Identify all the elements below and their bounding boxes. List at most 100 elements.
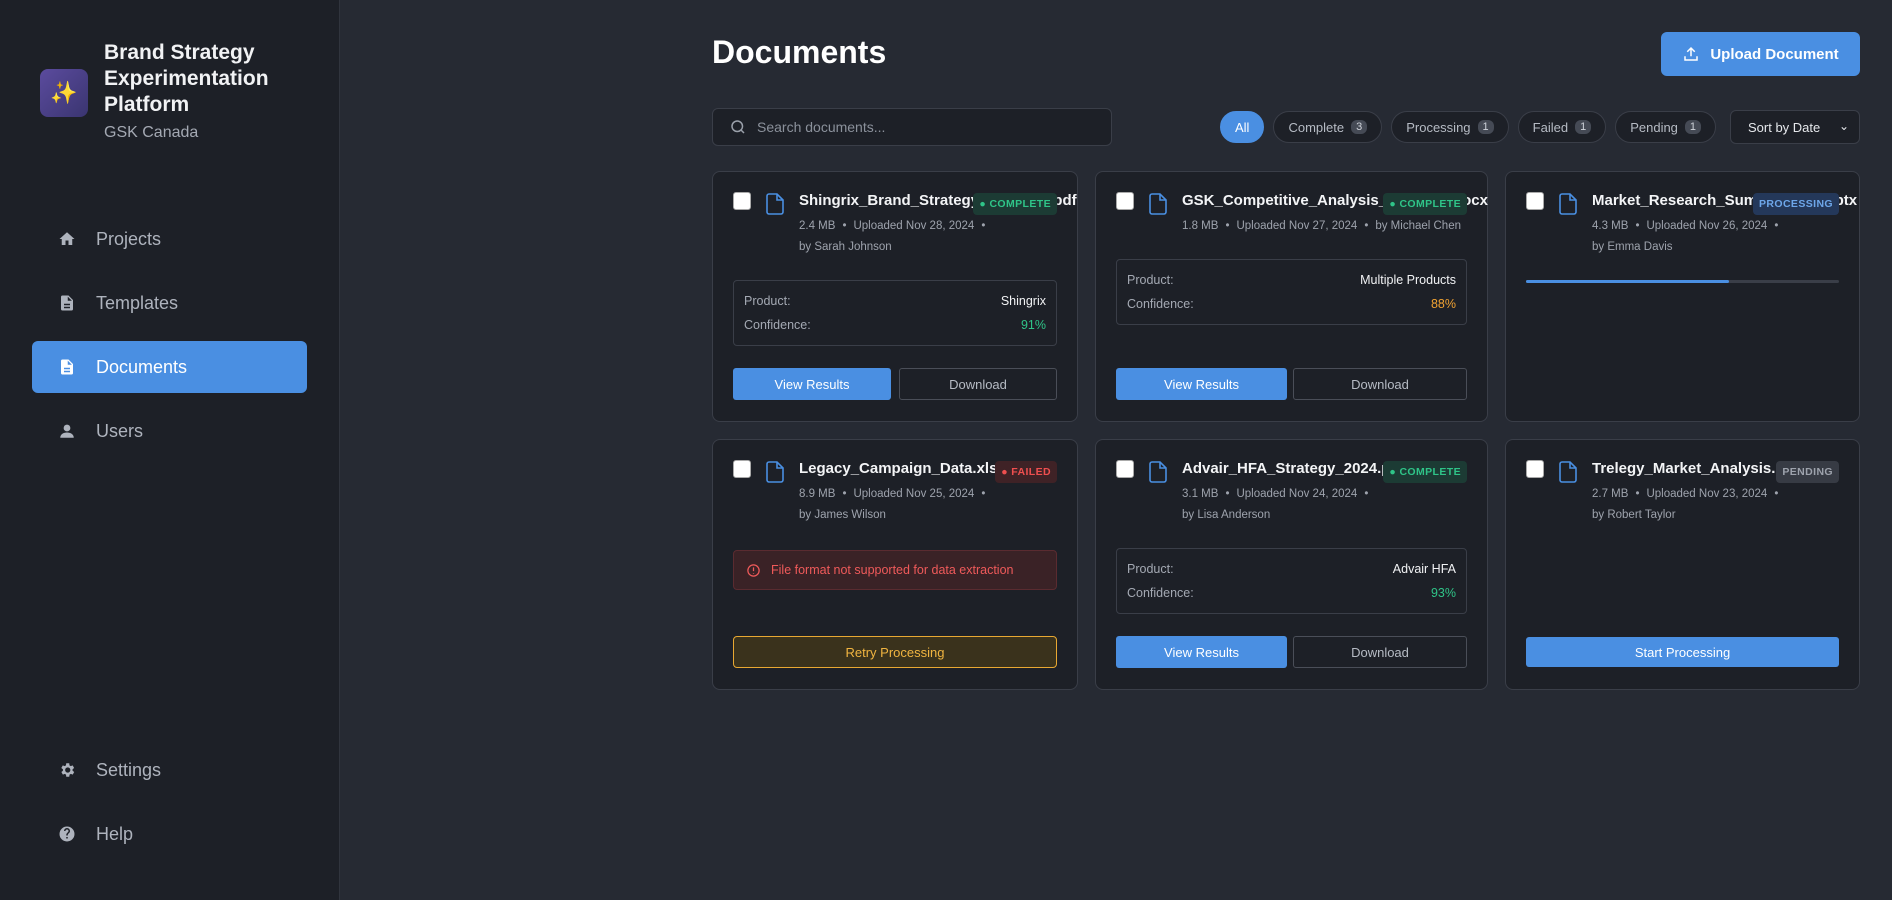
upload-date: Uploaded Nov 25, 2024 — [853, 488, 975, 500]
download-button[interactable]: Download — [899, 368, 1057, 400]
upload-document-button[interactable]: Upload Document — [1661, 32, 1860, 76]
upload-date: Uploaded Nov 26, 2024 — [1646, 220, 1768, 232]
filter-label: Pending — [1630, 119, 1678, 135]
file-size: 2.7 MB — [1592, 488, 1629, 500]
select-checkbox[interactable] — [1526, 192, 1544, 210]
download-button[interactable]: Download — [1293, 636, 1467, 668]
extraction-info: Product: Shingrix Confidence: 91% — [733, 280, 1057, 346]
filter-count: 1 — [1575, 120, 1592, 134]
document-card: GSK_Competitive_Analysis_Nov2024.docx ● … — [1095, 171, 1488, 422]
filter-all[interactable]: All — [1220, 111, 1265, 143]
sidebar-item-documents[interactable]: Documents — [32, 341, 307, 393]
filter-pending[interactable]: Pending 1 — [1615, 111, 1717, 143]
file-size: 2.4 MB — [799, 220, 836, 232]
sidebar-item-label: Settings — [96, 759, 162, 780]
filter-failed[interactable]: Failed 1 — [1517, 111, 1607, 143]
sort-label: Sort by Date — [1748, 119, 1821, 135]
search-box — [712, 108, 1112, 146]
confidence-label: Confidence: — [744, 318, 811, 332]
uploader: by Michael Chen — [1375, 220, 1461, 232]
upload-date: Uploaded Nov 27, 2024 — [1236, 220, 1358, 232]
alert-circle-icon — [747, 563, 760, 577]
sidebar-item-help[interactable]: Help — [32, 808, 307, 860]
main-nav: Projects Templates Documents Users — [32, 213, 307, 469]
file-size: 3.1 MB — [1182, 488, 1219, 500]
extraction-info: Product: Multiple Products Confidence: 88% — [1116, 259, 1467, 325]
select-checkbox[interactable] — [1116, 460, 1134, 478]
search-icon — [731, 120, 745, 134]
file-meta: 4.3 MB • Uploaded Nov 26, 2024 • by Emma Da… — [1592, 220, 1779, 253]
bottom-nav: Settings Help — [32, 744, 307, 872]
error-message: File format not supported for data extra… — [733, 550, 1057, 590]
status-badge-text: COMPLETE — [1399, 466, 1461, 478]
sidebar-item-templates[interactable]: Templates — [32, 277, 307, 329]
sidebar-item-label: Templates — [96, 292, 179, 313]
uploader: by Robert Taylor — [1592, 509, 1676, 521]
chevron-down-icon: ⌄ — [1838, 119, 1849, 133]
help-circle-icon — [58, 825, 76, 843]
status-badge-text: PENDING — [1782, 466, 1833, 478]
filter-processing[interactable]: Processing 1 — [1391, 111, 1509, 143]
confidence-value: 91% — [1020, 318, 1046, 332]
progress-fill — [1526, 280, 1730, 283]
file-icon — [1148, 461, 1168, 483]
download-button[interactable]: Download — [1293, 368, 1467, 400]
document-card: Trelegy_Market_Analysis.pdf PENDING 2.7 … — [1505, 439, 1860, 690]
status-badge-text: FAILED — [1011, 466, 1051, 478]
file-size: 1.8 MB — [1182, 220, 1219, 232]
sidebar-item-label: Help — [96, 823, 134, 844]
upload-date: Uploaded Nov 28, 2024 — [853, 220, 975, 232]
start-processing-button[interactable]: Start Processing — [1526, 637, 1839, 667]
uploader: by James Wilson — [799, 509, 886, 521]
file-name[interactable]: Trelegy_Market_Analysis.pdf — [1592, 460, 1799, 477]
file-name[interactable]: Advair_HFA_Strategy_2024.pdf — [1182, 460, 1405, 477]
error-text: File format not supported for data extra… — [771, 563, 1014, 577]
extraction-info: Product: Advair HFA Confidence: 93% — [1116, 548, 1467, 614]
document-card: Shingrix_Brand_Strategy_Q4_2024.pdf ● CO… — [712, 171, 1078, 422]
confidence-value: 93% — [1430, 586, 1456, 600]
file-icon — [765, 461, 785, 483]
product-label: Product: — [1127, 562, 1174, 576]
filter-count: 3 — [1351, 120, 1368, 134]
sidebar-item-settings[interactable]: Settings — [32, 744, 307, 796]
retry-processing-button[interactable]: Retry Processing — [733, 636, 1057, 668]
status-badge: ● COMPLETE — [973, 193, 1057, 215]
document-card: Legacy_Campaign_Data.xlsx ● FAILED 8.9 M… — [712, 439, 1078, 690]
status-badge: ● FAILED — [995, 461, 1057, 483]
product-label: Product: — [744, 294, 791, 308]
filter-label: Failed — [1532, 119, 1569, 135]
uploader: by Emma Davis — [1592, 241, 1673, 253]
gear-icon — [58, 761, 76, 779]
file-size: 8.9 MB — [799, 488, 836, 500]
document-icon — [58, 358, 76, 376]
file-meta: 1.8 MB • Uploaded Nov 27, 2024 • by Michael … — [1182, 220, 1461, 232]
page-title: Documents — [712, 34, 887, 70]
file-meta: 3.1 MB • Uploaded Nov 24, 2024 • by Lisa An… — [1182, 488, 1369, 521]
file-name[interactable]: Legacy_Campaign_Data.xlsx — [799, 460, 1006, 477]
filter-label: All — [1235, 119, 1250, 135]
confidence-label: Confidence: — [1127, 297, 1194, 311]
file-meta: 8.9 MB • Uploaded Nov 25, 2024 • by James W… — [799, 488, 986, 521]
view-results-button[interactable]: View Results — [1116, 636, 1287, 668]
view-results-button[interactable]: View Results — [733, 368, 891, 400]
select-checkbox[interactable] — [733, 460, 751, 478]
brand-subtitle: GSK Canada — [104, 124, 199, 141]
file-icon — [1148, 193, 1168, 215]
filter-count: 1 — [1684, 120, 1702, 134]
sidebar-item-users[interactable]: Users — [32, 405, 307, 457]
file-text-icon — [58, 294, 76, 312]
filter-complete[interactable]: Complete 3 — [1273, 111, 1383, 143]
select-checkbox[interactable] — [1526, 460, 1544, 478]
home-icon — [58, 230, 76, 248]
upload-button-label: Upload Document — [1710, 45, 1839, 63]
user-icon — [58, 422, 76, 440]
sort-select[interactable]: Sort by Date ⌄ — [1730, 110, 1860, 144]
search-input[interactable] — [757, 119, 1097, 135]
file-meta: 2.4 MB • Uploaded Nov 28, 2024 • by Sarah J… — [799, 220, 986, 253]
select-checkbox[interactable] — [733, 192, 751, 210]
filter-label: Processing — [1406, 119, 1471, 135]
brand: ✨ Brand Strategy Experimentation Platfor… — [40, 40, 304, 142]
view-results-button[interactable]: View Results — [1116, 368, 1287, 400]
select-checkbox[interactable] — [1116, 192, 1134, 210]
sidebar-item-projects[interactable]: Projects — [32, 213, 307, 265]
